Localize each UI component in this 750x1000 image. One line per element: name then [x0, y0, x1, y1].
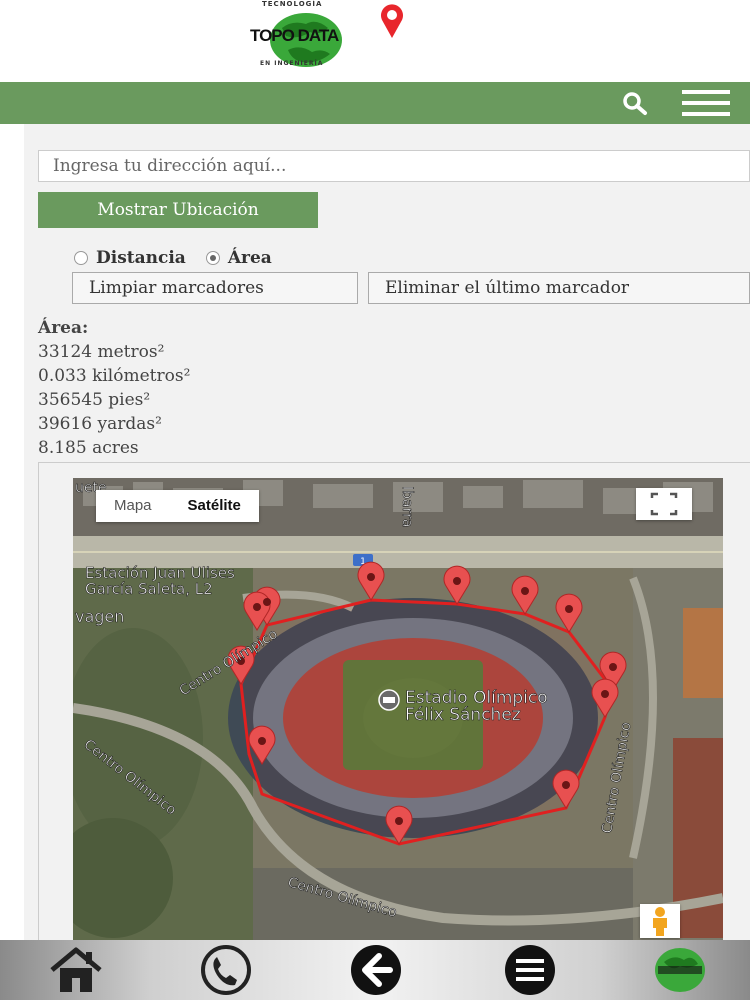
bottom-nav-bar: [0, 940, 750, 1000]
radio-distance[interactable]: [74, 251, 88, 265]
logo-arc-bottom: EN INGENIERÍA: [260, 60, 324, 67]
result-line: 39616 yardas²: [38, 414, 162, 434]
satellite-map[interactable]: 1 Estación Juan Ulises García Saleta, L2…: [73, 478, 723, 940]
top-navbar: [0, 82, 750, 124]
hamburger-icon[interactable]: [682, 90, 730, 118]
area-results: Área: 33124 metros² 0.033 kilómetros² 35…: [38, 316, 190, 460]
search-icon[interactable]: [620, 90, 650, 116]
map-label-station-2: García Saleta, L2: [85, 580, 213, 598]
results-title: Área:: [38, 318, 89, 338]
result-line: 0.033 kilómetros²: [38, 366, 191, 386]
map-label-stadium-2: Félix Sánchez: [405, 705, 521, 725]
radio-area[interactable]: [205, 251, 220, 265]
map-type-toggle: Mapa Satélite: [96, 490, 259, 522]
logo-arc-top: TECNOLOGÍA: [262, 0, 323, 8]
menu-icon[interactable]: [500, 944, 560, 996]
logo-header: TECNOLOGÍA TOPO DATA EN INGENIERÍA: [0, 0, 750, 82]
show-location-button[interactable]: Mostrar Ubicación: [38, 192, 318, 228]
location-pin-icon: [375, 2, 409, 40]
phone-icon[interactable]: [196, 944, 256, 996]
clear-markers-button[interactable]: Limpiar marcadores: [72, 272, 358, 304]
fullscreen-icon[interactable]: [636, 488, 692, 520]
mode-radio-group: Distancia Área: [74, 246, 292, 270]
result-line: 33124 metros²: [38, 342, 165, 362]
result-line: 8.185 acres: [38, 438, 139, 458]
home-icon[interactable]: [46, 944, 106, 996]
map-label-street: Ibarra: [399, 486, 415, 527]
back-arrow-icon[interactable]: [346, 944, 406, 996]
pegman-icon[interactable]: [640, 904, 680, 938]
address-input[interactable]: [38, 150, 750, 182]
radio-area-label: Área: [227, 248, 272, 268]
logo-text: TOPO DATA: [250, 26, 339, 45]
map-tab-map[interactable]: Mapa: [96, 490, 170, 522]
radio-distance-label: Distancia: [96, 248, 186, 268]
remove-last-marker-button[interactable]: Eliminar el último marcador: [368, 272, 750, 304]
logo-icon[interactable]: [650, 944, 710, 996]
result-line: 356545 pies²: [38, 390, 151, 410]
map-label-vagen: vagen: [75, 607, 124, 626]
map-tab-satellite[interactable]: Satélite: [170, 490, 259, 522]
